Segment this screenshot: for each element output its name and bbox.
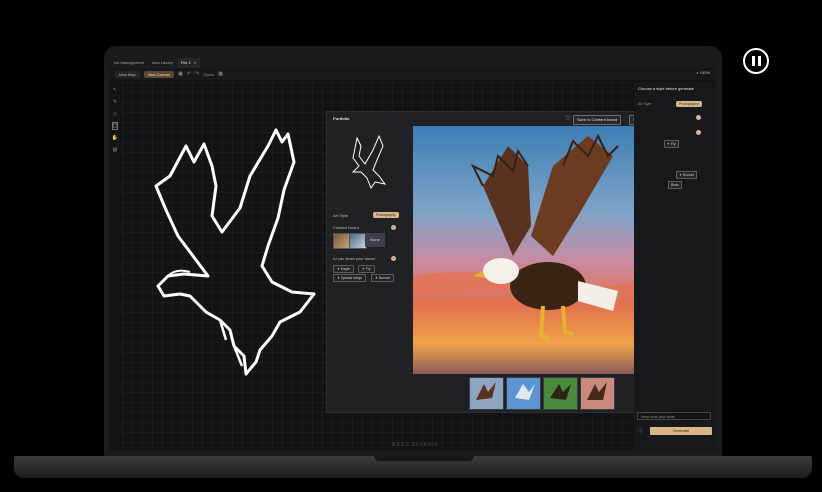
art-style-tag[interactable]: Photography (676, 101, 702, 107)
pause-button[interactable] (743, 48, 769, 74)
content-board-label: Content Board (333, 225, 359, 230)
brand-mark: ASUS Zenbook (392, 442, 439, 448)
tab-label: Idea Library (151, 60, 173, 65)
sparkle-icon: ✦ (667, 142, 670, 146)
chip-label: Eagle (340, 267, 350, 271)
generated-eagle-image[interactable]: ⌕ 30% (413, 126, 663, 374)
thumbnail-image (470, 378, 503, 409)
eagle-photo (413, 126, 663, 374)
laptop-base (14, 456, 812, 478)
info-icon[interactable]: i (391, 256, 396, 261)
eraser-icon[interactable]: ◇ (113, 111, 117, 117)
generate-button[interactable]: Generate (650, 427, 712, 435)
thumbnail-image (507, 378, 540, 409)
sparkle-icon: ✦ (337, 276, 340, 280)
portfolio-panel: Portfolio ♡ Save to Content board Save a… (326, 111, 676, 413)
toolbar: Idea Map Idea Canvas ▣ ↶ ↷ Styles ▦ ⌕ 10… (110, 68, 716, 80)
ai-section-label: AI can finish your ideas! (333, 256, 376, 261)
tab-label: File 1 (180, 60, 191, 65)
thumbnail-image (544, 378, 577, 409)
eagle-sketch (154, 128, 316, 376)
tab-label: Ink Management (114, 60, 144, 65)
select-icon[interactable]: ↖ (113, 87, 117, 93)
left-toolbar: ↖ ✎ ◇ ▢ ✋ ▤ (110, 82, 120, 451)
zoom-level[interactable]: ⌕ 100% (696, 70, 710, 75)
right-panel: Choose a style before generate Art Style… (634, 82, 716, 451)
chip-fly[interactable]: ✦ Fly (358, 265, 375, 273)
thumbnail-image (581, 378, 614, 409)
chip-birds[interactable]: Birds (668, 181, 682, 189)
grid-icon[interactable]: ▦ (218, 71, 223, 77)
chip-label: Sunset (682, 173, 694, 177)
art-style-label: Art Style (333, 213, 349, 218)
sparkle-icon: ✦ (375, 276, 378, 280)
info-icon[interactable] (696, 115, 701, 120)
variation-thumbnails (469, 377, 615, 410)
thumbnail[interactable] (580, 377, 615, 410)
sparkle-icon: ✦ (679, 173, 682, 177)
chip-sunset[interactable]: ✦ Sunset (676, 171, 697, 179)
undo-icon[interactable]: ↶ (187, 71, 191, 77)
pause-icon (757, 56, 761, 66)
info-icon[interactable]: i (391, 225, 396, 230)
heart-icon[interactable]: ♡ (565, 115, 570, 122)
pause-icon (751, 56, 755, 66)
styles-label[interactable]: Styles (203, 72, 214, 77)
chip-fly[interactable]: ✦ Fly (664, 140, 679, 148)
right-panel-title: Choose a style before generate (638, 86, 694, 91)
content-board-none[interactable]: None (365, 233, 385, 247)
thumbnail[interactable] (469, 377, 504, 410)
sparkle-icon: ✦ (362, 267, 365, 271)
tab-file-1[interactable]: File 1 × (176, 58, 201, 68)
thumbnail[interactable] (506, 377, 541, 410)
art-style-label: Art Style (638, 102, 652, 106)
sparkle-icon: ✦ (337, 267, 340, 271)
base-notch (374, 456, 474, 461)
info-icon[interactable]: ⓘ (638, 427, 643, 434)
chip-sunset[interactable]: ✦ Sunset (371, 274, 394, 282)
chip-label: Fly (670, 142, 676, 146)
zoom-icon: ⌕ (696, 70, 699, 75)
redo-icon[interactable]: ↷ (195, 71, 199, 77)
frame-icon[interactable]: ▢ (111, 122, 119, 130)
hand-icon[interactable]: ✋ (112, 135, 118, 141)
sketch-thumbnail (351, 134, 387, 190)
zoom-value: 100% (699, 70, 710, 75)
tab-ink-management[interactable]: Ink Management (110, 58, 148, 68)
close-icon[interactable]: × (194, 60, 196, 65)
tab-bar: Ink Management Idea Library File 1 × (110, 58, 716, 68)
save-icon[interactable]: ▣ (178, 71, 183, 77)
image-icon[interactable]: ▤ (113, 147, 118, 153)
chip-label: Fly (365, 267, 371, 271)
portfolio-title: Portfolio (333, 116, 350, 121)
tab-idea-library[interactable]: Idea Library (148, 58, 177, 68)
chip-spread-wings[interactable]: ✦ Spread wings (333, 274, 367, 282)
save-to-content-board-button[interactable]: Save to Content board (573, 115, 622, 125)
chip-label: Spread wings (340, 276, 363, 280)
idea-map-button[interactable]: Idea Map (115, 70, 140, 78)
chip-eagle[interactable]: ✦ Eagle (333, 265, 354, 273)
ideas-input[interactable]: Keep mind your ideas (637, 412, 711, 420)
thumbnail[interactable] (543, 377, 578, 410)
info-icon[interactable] (696, 130, 701, 135)
chip-label: Sunset (378, 276, 390, 280)
pen-icon[interactable]: ✎ (113, 99, 117, 105)
art-style-tag[interactable]: Photography (373, 212, 399, 218)
idea-canvas-button[interactable]: Idea Canvas (143, 70, 175, 78)
